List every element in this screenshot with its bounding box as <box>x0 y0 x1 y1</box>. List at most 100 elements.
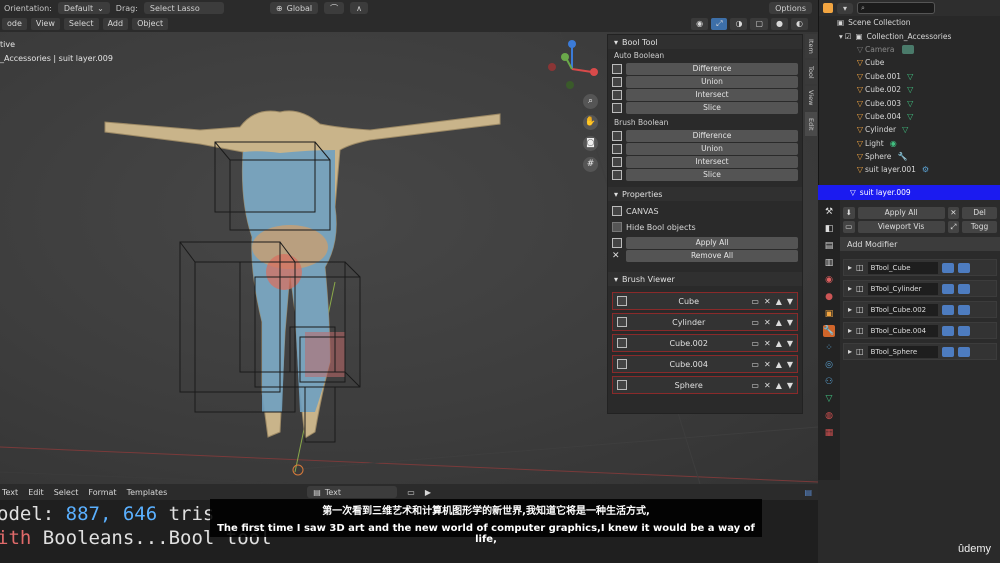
open-text-icon[interactable]: ▶ <box>425 488 431 497</box>
drag-dropdown[interactable]: Select Lasso <box>143 2 224 14</box>
outliner-item-suit-layer-001[interactable]: ▽ suit layer.001 ⚙ <box>819 163 1000 176</box>
zoom-icon[interactable]: ⌕ <box>583 94 598 109</box>
modifier-btool-cube-002[interactable]: ▸ ◫ BTool_Cube.002 <box>843 301 997 318</box>
menu-text[interactable]: Text <box>2 488 18 497</box>
monitor-icon[interactable]: ▭ <box>751 318 759 327</box>
new-text-icon[interactable]: ▭ <box>407 488 415 497</box>
text-block-selector[interactable]: ▤ Text <box>307 486 398 498</box>
gizmo-icon[interactable]: ⤢ <box>711 18 728 30</box>
render-toggle-icon[interactable] <box>941 325 954 336</box>
expand-icon[interactable]: ▸ <box>848 326 852 335</box>
menu-edit[interactable]: Edit <box>28 488 44 497</box>
viewport-toggle-icon[interactable] <box>957 325 970 336</box>
object-icon[interactable]: ▣ <box>823 308 835 320</box>
overlay-icon[interactable]: ◑ <box>730 18 748 30</box>
arrow-down-icon[interactable]: ▼ <box>787 297 793 306</box>
monitor-icon[interactable]: ▭ <box>751 339 759 348</box>
brush-viewer-header[interactable]: ▾ Brush Viewer <box>608 272 802 286</box>
menu-object[interactable]: Object <box>132 18 169 30</box>
expand-icon[interactable]: ▸ <box>848 305 852 314</box>
monitor-icon[interactable]: ▭ <box>751 381 759 390</box>
arrow-up-icon[interactable]: ▲ <box>776 339 782 348</box>
viewport-toggle-icon[interactable] <box>957 304 970 315</box>
modifier-btool-cylinder[interactable]: ▸ ◫ BTool_Cylinder <box>843 280 997 297</box>
orientation-dropdown[interactable]: Default ⌄ <box>57 2 110 14</box>
proportional-toggle[interactable]: ∧ <box>350 2 369 14</box>
transform-orientation-dropdown[interactable]: ⊕ Global <box>269 2 319 14</box>
brush-difference-button[interactable]: Difference <box>626 130 798 142</box>
outliner-item-cylinder[interactable]: ▽ Cylinder ▽ <box>819 123 1000 136</box>
display-mode-icon[interactable] <box>823 3 833 13</box>
menu-templates[interactable]: Templates <box>127 488 168 497</box>
viewport-vis-button[interactable]: Viewport Vis <box>857 220 945 233</box>
shading-material-icon[interactable]: ◐ <box>791 18 808 30</box>
grid-icon[interactable]: # <box>583 157 598 172</box>
snap-toggle[interactable]: ⌒ <box>324 2 345 14</box>
tab-edit[interactable]: Edit <box>805 112 817 136</box>
brush-item-cylinder[interactable]: Cylinder ▭ ✕ ▲ ▼ <box>612 313 798 331</box>
scene-icon[interactable]: ◉ <box>823 274 835 286</box>
texture-icon[interactable]: ▦ <box>823 427 835 439</box>
view-object-types-icon[interactable]: ◉ <box>691 18 709 30</box>
properties-section-header[interactable]: ▾ Properties <box>608 187 802 201</box>
collection-row[interactable]: ▾ ☑ ▣ Collection_Accessories <box>819 29 1000 42</box>
menu-view[interactable]: View <box>30 18 60 30</box>
delete-all-button[interactable]: Del <box>962 206 997 219</box>
apply-all-button[interactable]: Apply All <box>626 237 798 249</box>
monitor-icon[interactable]: ▭ <box>751 297 759 306</box>
expand-icon[interactable]: ▸ <box>848 347 852 356</box>
bool-tool-header[interactable]: ▾ Bool Tool <box>608 35 802 49</box>
outliner-item-sphere[interactable]: ▽ Sphere 🔧 <box>819 150 1000 163</box>
outliner-item-cube[interactable]: ▽ Cube <box>819 56 1000 69</box>
render-toggle-icon[interactable] <box>941 262 954 273</box>
outliner-item-cube-003[interactable]: ▽ Cube.003 ▽ <box>819 96 1000 109</box>
close-icon[interactable]: ✕ <box>764 318 771 327</box>
shading-solid-icon[interactable]: ● <box>771 18 789 30</box>
xray-icon[interactable]: ▢ <box>750 18 769 30</box>
arrow-down-icon[interactable]: ▼ <box>787 381 793 390</box>
tab-tool[interactable]: Tool <box>805 60 817 84</box>
data-icon[interactable]: ▽ <box>823 393 835 405</box>
modifier-btool-cube-004[interactable]: ▸ ◫ BTool_Cube.004 <box>843 322 997 339</box>
render-icon[interactable]: ◧ <box>823 223 835 235</box>
brush-union-button[interactable]: Union <box>626 143 798 155</box>
tab-view[interactable]: View <box>805 86 817 110</box>
viewport-toggle-icon[interactable] <box>957 283 970 294</box>
output-icon[interactable]: ▤ <box>823 240 835 252</box>
outliner-item-light[interactable]: ▽ Light ◉ <box>819 137 1000 150</box>
search-input[interactable]: ⌕ <box>857 2 936 14</box>
auto-intersect-button[interactable]: Intersect <box>626 89 798 101</box>
arrow-up-icon[interactable]: ▲ <box>776 381 782 390</box>
auto-difference-button[interactable]: Difference <box>626 63 798 75</box>
brush-item-cube[interactable]: Cube ▭ ✕ ▲ ▼ <box>612 292 798 310</box>
close-icon[interactable]: ✕ <box>764 297 771 306</box>
toggle-button[interactable]: Togg <box>962 220 997 233</box>
auto-slice-button[interactable]: Slice <box>626 102 798 114</box>
brush-item-cube-004[interactable]: Cube.004 ▭ ✕ ▲ ▼ <box>612 355 798 373</box>
arrow-up-icon[interactable]: ▲ <box>776 318 782 327</box>
brush-intersect-button[interactable]: Intersect <box>626 156 798 168</box>
hand-pan-icon[interactable]: ✋ <box>583 115 598 130</box>
menu-select[interactable]: Select <box>63 18 99 30</box>
outliner-item-selected[interactable]: ▽ suit layer.009 <box>818 185 1000 200</box>
render-toggle-icon[interactable] <box>941 304 954 315</box>
modifier-btool-sphere[interactable]: ▸ ◫ BTool_Sphere <box>843 343 997 360</box>
world-icon[interactable]: ● <box>823 291 835 303</box>
close-icon[interactable]: ✕ <box>764 339 771 348</box>
outliner-item-cube-001[interactable]: ▽ Cube.001 ▽ <box>819 70 1000 83</box>
material-icon[interactable]: ◍ <box>823 410 835 422</box>
apply-all-modifiers-button[interactable]: Apply All <box>857 206 945 219</box>
menu-format[interactable]: Format <box>88 488 116 497</box>
close-icon[interactable]: ✕ <box>764 360 771 369</box>
menu-select[interactable]: Select <box>54 488 79 497</box>
filter-dropdown[interactable]: ▾ <box>837 2 854 14</box>
tool-icon[interactable]: ⚒ <box>823 206 835 218</box>
camera-icon[interactable]: ◙ <box>583 136 598 151</box>
line-numbers-icon[interactable]: ▤ <box>804 488 812 497</box>
add-modifier-dropdown[interactable]: Add Modifier <box>843 240 897 249</box>
expand-icon[interactable]: ▸ <box>848 284 852 293</box>
particles-icon[interactable]: ⁘ <box>823 342 835 354</box>
viewport-toggle-icon[interactable] <box>957 262 970 273</box>
outliner-item-camera[interactable]: ▽ Camera <box>819 43 1000 56</box>
arrow-down-icon[interactable]: ▼ <box>787 339 793 348</box>
